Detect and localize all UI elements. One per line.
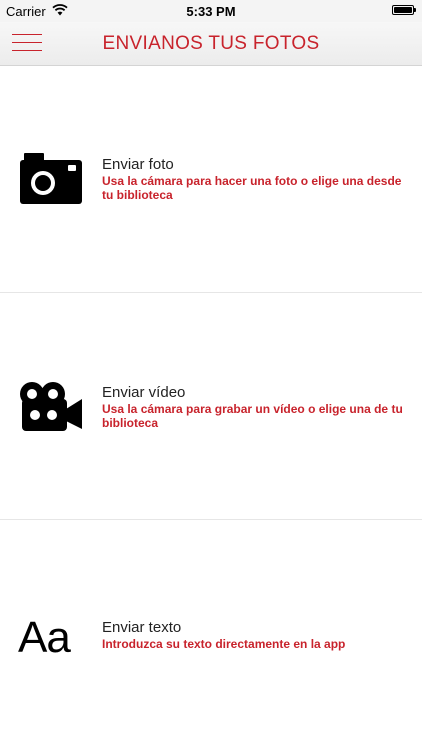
send-photo-title: Enviar foto [102,156,174,173]
text-icon: Aa [18,613,71,662]
send-text-description: Introduzca su texto directamente en la a… [102,637,346,651]
send-video-title: Enviar vídeo [102,384,186,401]
send-photo-row[interactable]: Enviar foto Usa la cámara para hacer una… [0,66,422,293]
status-time: 5:33 PM [186,4,236,19]
send-photo-description: Usa la cámara para hacer una foto o elig… [102,174,402,202]
battery-level-fill [394,7,412,13]
battery-icon [392,5,416,15]
app-screen: Carrier 5:33 PM ENVIANOS TUS FOTOS Envia… [0,0,422,750]
status-bar: Carrier 5:33 PM [0,0,422,22]
page-title: ENVIANOS TUS FOTOS [102,33,320,54]
send-text-row[interactable]: Aa Enviar texto Introduzca su texto dire… [0,520,422,747]
send-text-title: Enviar texto [102,619,182,636]
send-video-row[interactable]: Enviar vídeo Usa la cámara para grabar u… [0,293,422,520]
send-video-description: Usa la cámara para grabar un vídeo o eli… [102,402,403,430]
video-camera-icon [20,382,82,431]
camera-icon [20,153,82,204]
nav-bar: ENVIANOS TUS FOTOS [0,22,422,66]
